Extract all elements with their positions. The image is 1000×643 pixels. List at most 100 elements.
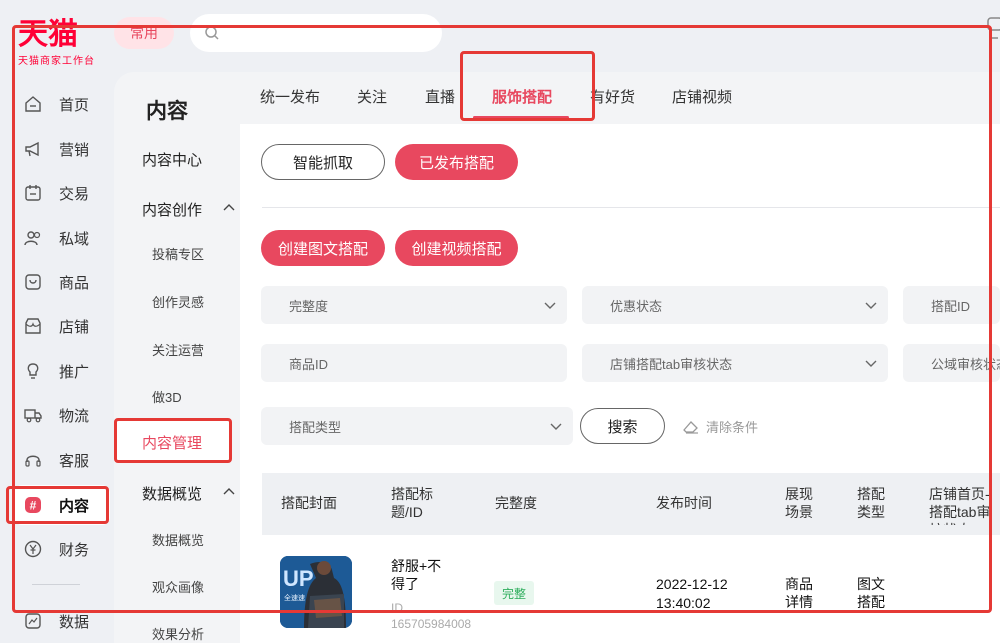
svg-text:#: # (30, 499, 37, 513)
match-id-input[interactable]: 搭配ID (903, 286, 1000, 324)
sidebar-item-trade[interactable]: 交易 (14, 173, 110, 213)
chart-icon (25, 613, 41, 629)
sidebar-item-logistics[interactable]: 物流 (14, 395, 110, 435)
sidebar-item-service[interactable]: 客服 (14, 440, 110, 480)
common-button[interactable]: 常用 (114, 17, 174, 49)
table-header: 搭配封面 搭配标题/ID 完整度 发布时间 展现场景 搭配类型 店铺首页-搭配t… (262, 473, 1000, 535)
sidebar-item-data[interactable]: 数据 (14, 601, 110, 641)
product-id-input[interactable]: 商品ID (261, 344, 567, 382)
published-button[interactable]: 已发布搭配 (395, 144, 518, 180)
tab-live[interactable]: 直播 (425, 86, 455, 107)
match-type-select[interactable]: 搭配类型 (261, 407, 573, 445)
outfit-photo: UP 全速速 (280, 556, 352, 628)
sidebar-item-label: 内容 (59, 497, 90, 515)
th-type: 搭配类型 (857, 486, 885, 520)
sidebar-item-label: 财务 (59, 541, 90, 559)
sub-item-data-overview[interactable]: 数据概览 (152, 530, 204, 549)
cover-image[interactable]: UP 全速速 (280, 556, 352, 628)
sidebar-item-label: 商品 (59, 274, 90, 292)
input-placeholder: 搭配ID (931, 298, 971, 314)
bulb-icon (27, 363, 39, 379)
logo-subtitle: 天猫商家工作台 (18, 56, 95, 67)
tab-follow[interactable]: 关注 (357, 86, 387, 107)
sidebar-divider (32, 584, 80, 585)
hash-icon: # (25, 497, 41, 513)
sub-section-data[interactable]: 数据概览 (142, 483, 235, 504)
th-store-review: 店铺首页-搭配tab审核状态 (929, 486, 991, 525)
select-label: 搭配类型 (289, 419, 342, 435)
select-label: 优惠状态 (610, 298, 663, 314)
smart-fetch-button[interactable]: 智能抓取 (261, 144, 385, 180)
sub-item-content-center[interactable]: 内容中心 (142, 149, 202, 170)
section-divider (262, 207, 1000, 208)
message-icon[interactable] (986, 16, 1000, 46)
create-video-button[interactable]: 创建视频搭配 (395, 230, 518, 266)
sidebar-item-product[interactable]: 商品 (14, 262, 110, 302)
chevron-down-icon (550, 423, 562, 430)
sidebar-item-home[interactable]: 首页 (14, 84, 110, 124)
row-publish-time: 13:40:02 (656, 595, 711, 611)
sidebar-item-label: 店铺 (59, 318, 90, 336)
sidebar-item-label: 推广 (59, 363, 90, 381)
product-icon (25, 274, 41, 290)
sidebar-item-label: 营销 (59, 141, 90, 159)
sub-item-audience[interactable]: 观众画像 (152, 577, 204, 596)
search-icon (205, 26, 219, 40)
th-publish-time: 发布时间 (656, 495, 712, 511)
tab-goods[interactable]: 有好货 (590, 86, 635, 107)
megaphone-icon (25, 141, 39, 157)
select-label: 完整度 (289, 298, 329, 314)
chevron-down-icon (865, 360, 877, 367)
sub-item-submission[interactable]: 投稿专区 (152, 244, 204, 263)
sidebar-item-store[interactable]: 店铺 (14, 306, 110, 346)
sidebar-item-content[interactable]: # 内容 (14, 485, 110, 525)
sidebar-item-promotion[interactable]: 推广 (14, 351, 110, 391)
headset-icon (25, 455, 41, 467)
sub-section-create[interactable]: 内容创作 (142, 199, 235, 220)
sidebar-item-marketing[interactable]: 营销 (14, 129, 110, 169)
th-scene: 展现场景 (785, 486, 813, 520)
chevron-up-icon (223, 204, 235, 211)
sidebar-item-label: 数据 (59, 613, 90, 631)
row-publish-date: 2022-12-12 (656, 576, 728, 592)
sub-item-effect[interactable]: 效果分析 (152, 624, 204, 643)
row-title[interactable]: 舒服+不得了 (391, 557, 451, 593)
sidebar-item-label: 首页 (59, 96, 90, 114)
yen-icon (24, 540, 42, 558)
home-icon (25, 96, 41, 112)
sub-item-inspiration[interactable]: 创作灵感 (152, 292, 204, 311)
eraser-icon (683, 420, 698, 434)
create-image-text-button[interactable]: 创建图文搭配 (261, 230, 385, 266)
svg-text:全速速: 全速速 (284, 593, 305, 602)
th-title-id: 搭配标题/ID (391, 486, 433, 520)
main-card (240, 124, 1000, 643)
chevron-up-icon (223, 488, 235, 495)
tmall-logo[interactable]: 天猫 天猫商家工作台 (18, 18, 100, 68)
clear-label: 清除条件 (706, 420, 759, 435)
store-tab-review-select[interactable]: 店铺搭配tab审核状态 (582, 344, 888, 382)
search-box[interactable] (190, 14, 442, 52)
search-input[interactable] (226, 25, 426, 41)
sub-section-label: 内容创作 (142, 202, 203, 219)
completeness-select[interactable]: 完整度 (261, 286, 567, 324)
chevron-down-icon (865, 302, 877, 309)
row-type: 图文搭配 (857, 576, 885, 610)
sub-item-follow-ops[interactable]: 关注运营 (152, 340, 204, 359)
row-scene: 商品详情 (785, 576, 813, 610)
sub-sidebar: 内容 内容中心 内容创作 投稿专区 创作灵感 关注运营 做3D 内容管理 数据概… (114, 72, 240, 643)
search-button[interactable]: 搜索 (580, 408, 665, 444)
sidebar-item-finance[interactable]: 财务 (14, 529, 110, 569)
discount-status-select[interactable]: 优惠状态 (582, 286, 888, 324)
sub-item-3d[interactable]: 做3D (152, 387, 182, 406)
tab-outfit[interactable]: 服饰搭配 (492, 86, 552, 107)
clear-conditions-link[interactable]: 清除条件 (682, 417, 758, 436)
row-id: ID 165705984008 (391, 601, 472, 631)
select-label: 店铺搭配tab审核状态 (610, 356, 733, 372)
public-review-select[interactable]: 公域审核状态 (903, 344, 1000, 382)
tab-unified-publish[interactable]: 统一发布 (260, 86, 320, 107)
trade-icon (25, 185, 41, 201)
sub-sidebar-title: 内容 (146, 100, 188, 123)
tab-store-video[interactable]: 店铺视频 (672, 86, 732, 107)
sub-item-content-manage[interactable]: 内容管理 (114, 421, 232, 463)
sidebar-item-private[interactable]: 私域 (14, 218, 110, 258)
